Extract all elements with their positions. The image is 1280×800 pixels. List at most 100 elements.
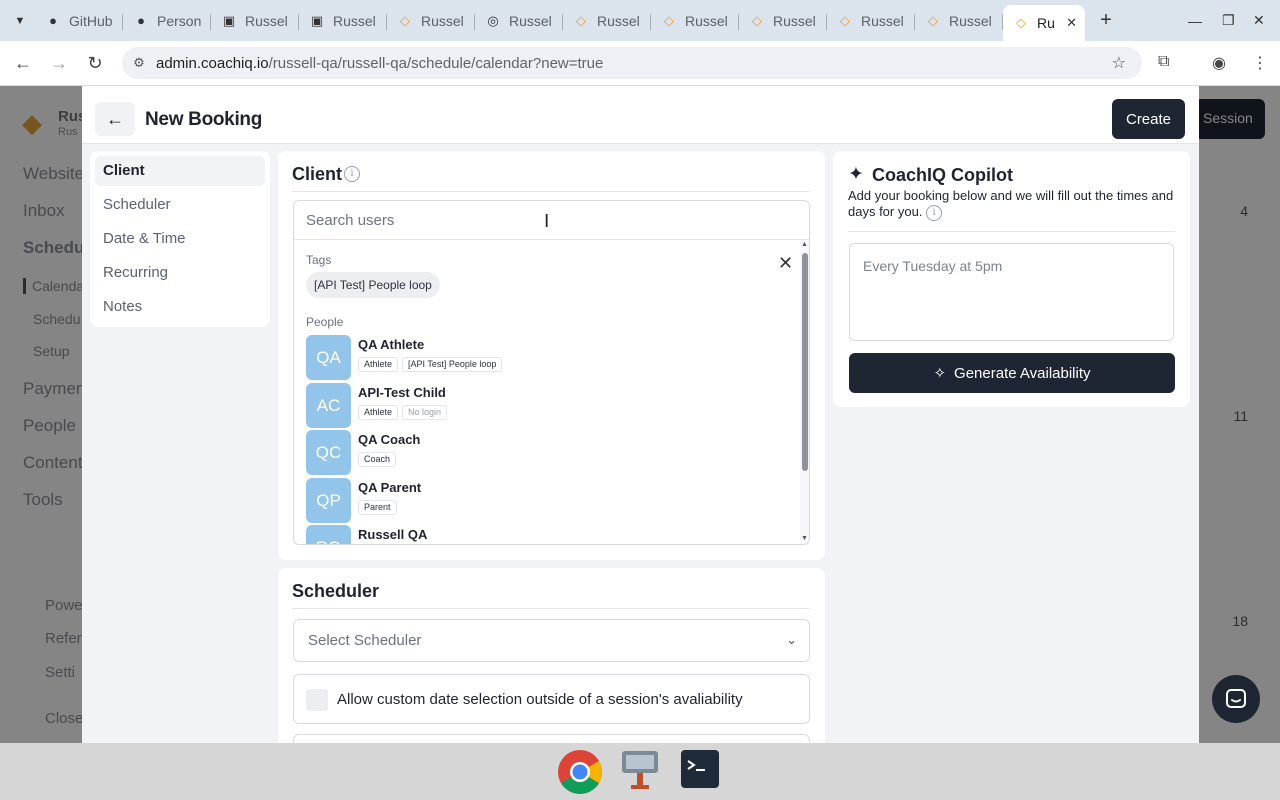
chat-icon [1226, 689, 1246, 708]
tab-label: Russel [685, 12, 728, 29]
restore-icon[interactable]: ❐ [1222, 0, 1235, 41]
role-badge: Coach [358, 452, 397, 467]
custom-date-option[interactable]: Allow custom date selection outside of a… [293, 674, 810, 724]
info-icon[interactable]: i [926, 204, 943, 221]
person-name: Russell QA [358, 527, 428, 542]
person-item[interactable]: QP QA Parent Parent [306, 478, 786, 523]
diamond-icon: ◇ [752, 12, 762, 28]
search-users-input[interactable] [294, 201, 809, 240]
person-item[interactable]: QC QA Coach Coach [306, 430, 786, 475]
site-settings-icon[interactable]: ⚙ [122, 55, 156, 71]
browser-tab[interactable]: ▣ Russel [299, 5, 387, 37]
browser-tab-bar: ▼ ● GitHub ● Person ▣ Russel ▣ Russel ◇ Russel ◎ Ru… [0, 0, 1280, 41]
avatar: AC [306, 383, 351, 428]
back-button[interactable]: ← [95, 102, 135, 136]
client-title: Client [292, 164, 343, 184]
browser-tab[interactable]: ◇ Russel [563, 5, 651, 37]
minimize-icon[interactable]: — [1188, 0, 1202, 41]
close-icon[interactable]: ✕ [778, 253, 793, 274]
tag-chip[interactable]: [API Test] People loop [306, 272, 440, 298]
extensions-icon[interactable]: ⧉ [1158, 53, 1169, 71]
arrow-left-icon: ← [106, 108, 124, 129]
avatar: QP [306, 478, 351, 523]
create-button[interactable]: Create [1112, 99, 1185, 139]
divider [292, 191, 810, 192]
copilot-section: ✦ CoachIQ Copilot Add your booking below… [833, 151, 1190, 407]
diamond-icon: ◇ [400, 12, 410, 28]
text-cursor-icon: I [544, 211, 550, 232]
browser-toolbar: ← → ↻ ⚙ admin.coachiq.io/russell-qa/russ… [0, 41, 1280, 86]
modal-title: New Booking [145, 109, 263, 130]
person-item[interactable]: QA QA Athlete Athlete [API Test] People … [306, 335, 786, 380]
scroll-up-icon[interactable]: ▲ [801, 241, 808, 248]
tab-label: Russel [421, 12, 464, 29]
person-item[interactable]: RQ Russell QA [306, 525, 786, 544]
copilot-input[interactable] [849, 243, 1174, 341]
network-app-icon[interactable] [618, 748, 662, 792]
role-badge: Athlete [358, 405, 399, 420]
diamond-icon: ◇ [928, 12, 938, 28]
profile-icon[interactable]: ◉ [1212, 53, 1226, 73]
github-icon: ● [49, 13, 57, 28]
status-badge: No login [402, 405, 448, 420]
new-tab-icon[interactable]: + [1091, 9, 1121, 32]
step-date-time[interactable]: Date & Time [95, 224, 265, 254]
reload-icon[interactable]: ↻ [77, 53, 113, 74]
scheduler-title: Scheduler [292, 581, 380, 601]
next-field[interactable] [293, 734, 810, 743]
people-label: People [306, 315, 344, 329]
custom-date-checkbox[interactable] [306, 689, 328, 711]
role-badge: Athlete [358, 357, 399, 372]
address-bar[interactable]: ⚙ admin.coachiq.io/russell-qa/russell-qa… [122, 47, 1142, 79]
more-menu-icon[interactable]: ⋮ [1252, 53, 1268, 73]
browser-tab[interactable]: ◎ Russel [475, 5, 563, 37]
avatar: QA [306, 335, 351, 380]
close-window-icon[interactable]: ✕ [1253, 0, 1265, 41]
back-icon[interactable]: ← [5, 53, 41, 74]
generate-availability-button[interactable]: ✧ Generate Availability [849, 353, 1175, 393]
step-recurring[interactable]: Recurring [95, 258, 265, 288]
scroll-thumb[interactable] [802, 253, 808, 471]
avatar: QC [306, 430, 351, 475]
tab-label: Russel [861, 12, 904, 29]
tags-label: Tags [306, 253, 332, 267]
browser-tab[interactable]: ● Person [123, 5, 211, 37]
diamond-icon: ◇ [664, 12, 674, 28]
active-tab[interactable]: ◇ Ru ✕ [1003, 5, 1085, 41]
browser-tab[interactable]: ◇ Russel [827, 5, 915, 37]
url-path: /russell-qa/russell-qa/schedule/calendar… [268, 54, 604, 72]
step-notes[interactable]: Notes [95, 292, 265, 322]
browser-tab[interactable]: ◇ Russel [915, 5, 1003, 37]
info-icon[interactable]: i [344, 166, 360, 182]
browser-tab[interactable]: ▣ Russel [211, 5, 299, 37]
tab-search-icon[interactable]: ▼ [5, 6, 35, 36]
url-host: admin.coachiq.io [156, 54, 269, 72]
modal-header: ← New Booking Create [82, 86, 1199, 144]
coachiq-diamond-icon: ◇ [1016, 15, 1026, 30]
person-name: QA Parent [358, 480, 422, 495]
results-scrollbar[interactable]: ▲ ▼ [800, 241, 809, 544]
user-search-dropdown: Tags ✕ [API Test] People loop People QA … [293, 200, 810, 545]
divider [848, 231, 1175, 232]
forward-icon[interactable]: → [41, 53, 77, 74]
person-item[interactable]: AC API-Test Child Athlete No login [306, 383, 786, 428]
scheduler-select[interactable]: Select Scheduler ⌄ [293, 619, 810, 662]
browser-tab[interactable]: ◇ Russel [387, 5, 475, 37]
os-taskbar [0, 743, 1280, 800]
search-results-list: Tags ✕ [API Test] People loop People QA … [294, 241, 800, 544]
chat-launcher-button[interactable] [1212, 675, 1260, 723]
browser-tab[interactable]: ◇ Russel [651, 5, 739, 37]
chevron-down-icon: ⌄ [786, 632, 797, 647]
booking-steps-nav: Client Scheduler Date & Time Recurring N… [90, 151, 270, 327]
browser-tab[interactable]: ◇ Russel [739, 5, 827, 37]
step-client[interactable]: Client [95, 156, 265, 186]
bookmark-star-icon[interactable]: ☆ [1112, 53, 1126, 73]
terminal-app-icon[interactable] [679, 748, 723, 792]
divider [292, 608, 810, 609]
step-scheduler[interactable]: Scheduler [95, 190, 265, 220]
close-tab-icon[interactable]: ✕ [1066, 15, 1077, 31]
scroll-down-icon[interactable]: ▼ [801, 535, 808, 542]
tab-label: Russel [333, 12, 376, 29]
chrome-app-icon[interactable] [556, 748, 602, 794]
browser-tab[interactable]: ● GitHub [35, 5, 123, 37]
